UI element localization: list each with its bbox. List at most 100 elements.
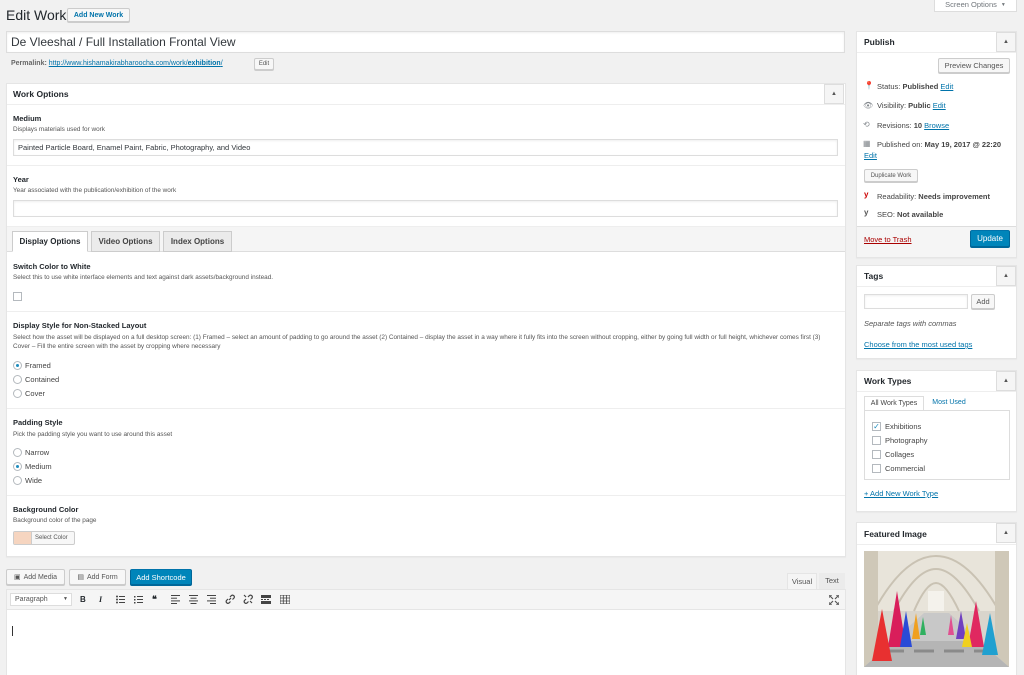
preview-changes-button[interactable]: Preview Changes <box>938 58 1010 73</box>
visibility-edit-link[interactable]: Edit <box>933 101 946 110</box>
align-right-icon[interactable] <box>207 595 216 604</box>
editor-body[interactable] <box>8 612 844 674</box>
tags-input[interactable] <box>864 294 968 309</box>
status-value: Published <box>902 82 939 91</box>
align-left-icon[interactable] <box>171 595 180 604</box>
year-input[interactable] <box>13 200 838 217</box>
work-type-photography-checkbox[interactable] <box>872 436 881 445</box>
work-type-commercial-checkbox[interactable] <box>872 464 881 473</box>
published-label: Published on: <box>877 140 923 149</box>
padding-medium-radio[interactable] <box>13 462 22 471</box>
toolbar-toggle-icon[interactable] <box>280 595 290 604</box>
work-type-commercial-label: Commercial <box>885 464 926 473</box>
format-select-value: Paragraph <box>15 596 48 603</box>
fullscreen-icon[interactable] <box>829 595 839 605</box>
tab-display-options[interactable]: Display Options <box>12 231 88 252</box>
collapse-arrow-icon: ▲ <box>1003 378 1009 384</box>
collapse-arrow-icon: ▲ <box>831 91 837 97</box>
featured-image-toggle[interactable]: ▲ <box>996 523 1016 543</box>
tab-visual[interactable]: Visual <box>787 573 817 589</box>
padding-wide-radio[interactable] <box>13 476 22 485</box>
padding-wide-label: Wide <box>25 476 43 485</box>
format-select[interactable]: Paragraph ▼ <box>10 593 72 606</box>
eye-icon: 👁 <box>863 101 874 110</box>
status-edit-link[interactable]: Edit <box>940 82 953 91</box>
tab-index-options[interactable]: Index Options <box>163 231 232 252</box>
revisions-icon: ⟲ <box>863 120 870 129</box>
italic-icon[interactable]: I <box>99 595 102 604</box>
status-row: Status: Published Edit <box>877 82 953 91</box>
year-label: Year <box>13 175 29 184</box>
featured-image-thumbnail[interactable] <box>864 551 1009 667</box>
bullet-list-icon[interactable] <box>116 595 125 604</box>
layout-cover-radio[interactable] <box>13 389 22 398</box>
add-form-button[interactable]: ▤ Add Form <box>69 569 126 585</box>
bg-color-swatch <box>14 532 32 544</box>
permalink-link[interactable]: http://www.hishamakirabharoocha.com/work… <box>49 60 223 67</box>
read-more-icon[interactable] <box>261 595 271 604</box>
divider <box>7 311 845 312</box>
permalink-edit-button[interactable]: Edit <box>254 58 274 70</box>
medium-input[interactable]: Painted Particle Board, Enamel Paint, Fa… <box>13 139 838 156</box>
switch-color-desc: Select this to use white interface eleme… <box>13 274 274 281</box>
move-to-trash-link[interactable]: Move to Trash <box>864 235 912 244</box>
collapse-arrow-icon: ▲ <box>1003 530 1009 536</box>
tags-toggle[interactable]: ▲ <box>996 266 1016 286</box>
post-title-input[interactable]: De Vleeshal / Full Installation Frontal … <box>6 31 845 53</box>
bold-icon[interactable]: B <box>80 595 86 604</box>
collapse-arrow-icon: ▲ <box>1003 39 1009 45</box>
published-value: May 19, 2017 @ 22:20 <box>924 140 1002 149</box>
permalink-label: Permalink: <box>11 60 47 67</box>
switch-color-label: Switch Color to White <box>13 262 91 271</box>
add-new-work-button[interactable]: Add New Work <box>67 8 130 22</box>
link-icon[interactable] <box>225 594 235 604</box>
layout-framed-radio[interactable] <box>13 361 22 370</box>
work-type-collages-checkbox[interactable] <box>872 450 881 459</box>
tab-video-options[interactable]: Video Options <box>91 231 160 252</box>
update-button[interactable]: Update <box>970 230 1010 247</box>
medium-label: Medium <box>13 114 42 123</box>
numbered-list-icon[interactable] <box>134 595 143 604</box>
align-center-icon[interactable] <box>189 595 198 604</box>
unlink-icon[interactable] <box>243 594 253 604</box>
screen-options-button[interactable]: Screen Options ▼ <box>934 0 1017 12</box>
add-new-work-type-link[interactable]: + Add New Work Type <box>864 489 938 498</box>
seo-row: SEO: Not available <box>877 210 943 219</box>
add-form-label: Add Form <box>86 573 118 581</box>
screen-options-label: Screen Options <box>945 0 997 9</box>
published-edit-link[interactable]: Edit <box>864 151 877 160</box>
bg-color-select-label: Select Color <box>35 535 68 541</box>
add-shortcode-button[interactable]: Add Shortcode <box>130 569 192 585</box>
work-type-collages-label: Collages <box>885 450 915 459</box>
visibility-row: Visibility: Public Edit <box>877 101 946 110</box>
bg-color-picker[interactable]: Select Color <box>13 531 75 545</box>
readability-label: Readability: <box>877 192 917 201</box>
tab-all-work-types[interactable]: All Work Types <box>864 396 924 411</box>
choose-tags-link[interactable]: Choose from the most used tags <box>864 340 972 349</box>
work-type-photography-label: Photography <box>885 436 928 445</box>
revisions-row: Revisions: 10 Browse <box>877 121 949 130</box>
revisions-label: Revisions: <box>877 121 912 130</box>
switch-color-checkbox[interactable] <box>13 292 22 301</box>
publish-toggle[interactable]: ▲ <box>996 32 1016 52</box>
revisions-browse-link[interactable]: Browse <box>924 121 949 130</box>
duplicate-work-button[interactable]: Duplicate Work <box>864 169 918 182</box>
layout-contained-radio[interactable] <box>13 375 22 384</box>
tab-most-used[interactable]: Most Used <box>928 396 970 411</box>
bg-color-label: Background Color <box>13 505 79 514</box>
add-media-button[interactable]: ▣ Add Media <box>6 569 65 585</box>
medium-desc: Displays materials used for work <box>13 126 105 133</box>
work-options-toggle[interactable]: ▲ <box>824 84 844 104</box>
work-options-title: Work Options <box>13 89 69 99</box>
tags-add-button[interactable]: Add <box>971 294 995 309</box>
divider <box>857 286 1016 287</box>
divider <box>7 165 845 166</box>
text-cursor <box>12 626 13 636</box>
work-type-exhibitions-checkbox[interactable]: ✓ <box>872 422 881 431</box>
divider <box>7 408 845 409</box>
padding-narrow-radio[interactable] <box>13 448 22 457</box>
status-label: Status: <box>877 82 901 91</box>
tab-text[interactable]: Text <box>819 573 845 589</box>
blockquote-icon[interactable]: ❝ <box>152 594 157 605</box>
work-types-toggle[interactable]: ▲ <box>996 371 1016 391</box>
